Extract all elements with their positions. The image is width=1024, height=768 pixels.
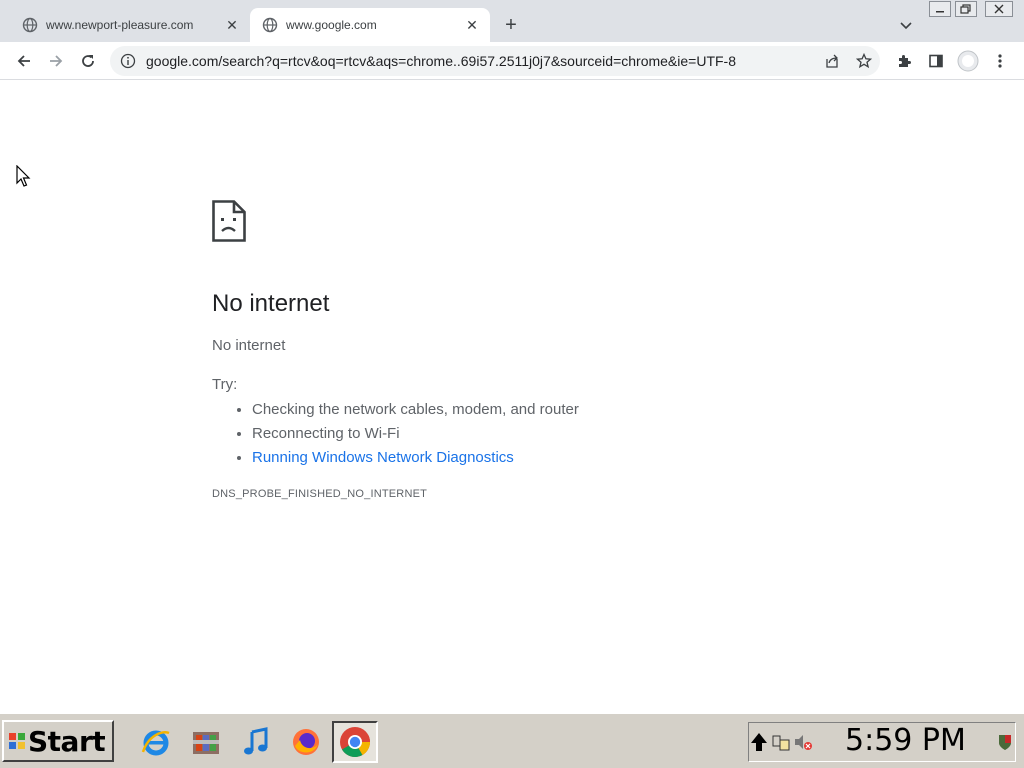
tray-arrow-icon[interactable]	[749, 731, 769, 753]
error-heading: No internet	[212, 290, 330, 317]
profile-avatar-icon[interactable]	[956, 49, 980, 73]
address-bar[interactable]: google.com/search?q=rtcv&oq=rtcv&aqs=chr…	[110, 46, 880, 76]
error-code: DNS_PROBE_FINISHED_NO_INTERNET	[212, 488, 428, 500]
share-icon[interactable]	[824, 53, 840, 69]
tab-title: www.newport-pleasure.com	[46, 18, 194, 32]
start-button[interactable]: Start	[2, 720, 114, 762]
internet-explorer-icon[interactable]	[136, 722, 176, 762]
kebab-menu-icon[interactable]	[988, 49, 1012, 73]
close-tab-icon[interactable]: ✕	[224, 17, 240, 33]
archive-icon[interactable]	[186, 722, 226, 762]
browser-toolbar: google.com/search?q=rtcv&oq=rtcv&aqs=chr…	[0, 42, 1024, 80]
suggestion-item: Running Windows Network Diagnostics	[252, 446, 579, 470]
windows-logo-icon	[8, 732, 26, 750]
tab-strip: www.newport-pleasure.com ✕ www.google.co…	[0, 0, 1024, 42]
globe-icon	[262, 17, 278, 33]
clock[interactable]: 5:59 PM	[845, 723, 966, 758]
error-subtitle: No internet	[212, 337, 286, 354]
firefox-icon[interactable]	[286, 722, 326, 762]
suggestion-item: Reconnecting to Wi-Fi	[252, 422, 579, 446]
suggestion-item: Checking the network cables, modem, and …	[252, 398, 579, 422]
system-tray: 5:59 PM	[748, 722, 1016, 762]
url-text[interactable]: google.com/search?q=rtcv&oq=rtcv&aqs=chr…	[146, 53, 806, 69]
security-shield-icon[interactable]	[995, 731, 1015, 753]
try-label: Try:	[212, 376, 238, 393]
reload-button[interactable]	[76, 49, 100, 73]
extensions-puzzle-icon[interactable]	[892, 49, 916, 73]
tab-title: www.google.com	[286, 18, 377, 32]
chrome-icon[interactable]	[332, 721, 378, 763]
bookmark-star-icon[interactable]	[856, 53, 872, 69]
globe-icon	[22, 17, 38, 33]
suggestion-list: Checking the network cables, modem, and …	[212, 398, 579, 470]
mouse-cursor-icon	[16, 164, 32, 189]
network-icon[interactable]	[771, 731, 791, 753]
tab-newport-pleasure[interactable]: www.newport-pleasure.com ✕	[10, 8, 250, 42]
site-info-icon[interactable]	[120, 53, 136, 69]
restore-button[interactable]	[955, 1, 977, 17]
forward-button[interactable]	[44, 49, 68, 73]
suggestion-text: Reconnecting to Wi-Fi	[252, 425, 400, 442]
close-tab-icon[interactable]: ✕	[464, 17, 480, 33]
back-button[interactable]	[12, 49, 36, 73]
tab-search-chevron-icon[interactable]	[896, 16, 916, 36]
taskbar: Start 5:59 PM	[0, 712, 1024, 768]
screen: www.newport-pleasure.com ✕ www.google.co…	[0, 0, 1024, 768]
side-panel-icon[interactable]	[924, 49, 948, 73]
new-tab-button[interactable]: +	[500, 14, 522, 36]
suggestion-text: Checking the network cables, modem, and …	[252, 401, 579, 418]
music-note-icon[interactable]	[236, 722, 276, 762]
tab-google[interactable]: www.google.com ✕	[250, 8, 490, 42]
page-content: No internet No internet Try: Checking th…	[0, 80, 1024, 712]
sad-page-icon	[212, 200, 246, 242]
start-label: Start	[28, 724, 106, 758]
minimize-button[interactable]	[929, 1, 951, 17]
window-close-button[interactable]	[985, 1, 1013, 17]
speaker-muted-icon[interactable]	[793, 731, 813, 753]
network-diagnostics-link[interactable]: Running Windows Network Diagnostics	[252, 449, 514, 466]
